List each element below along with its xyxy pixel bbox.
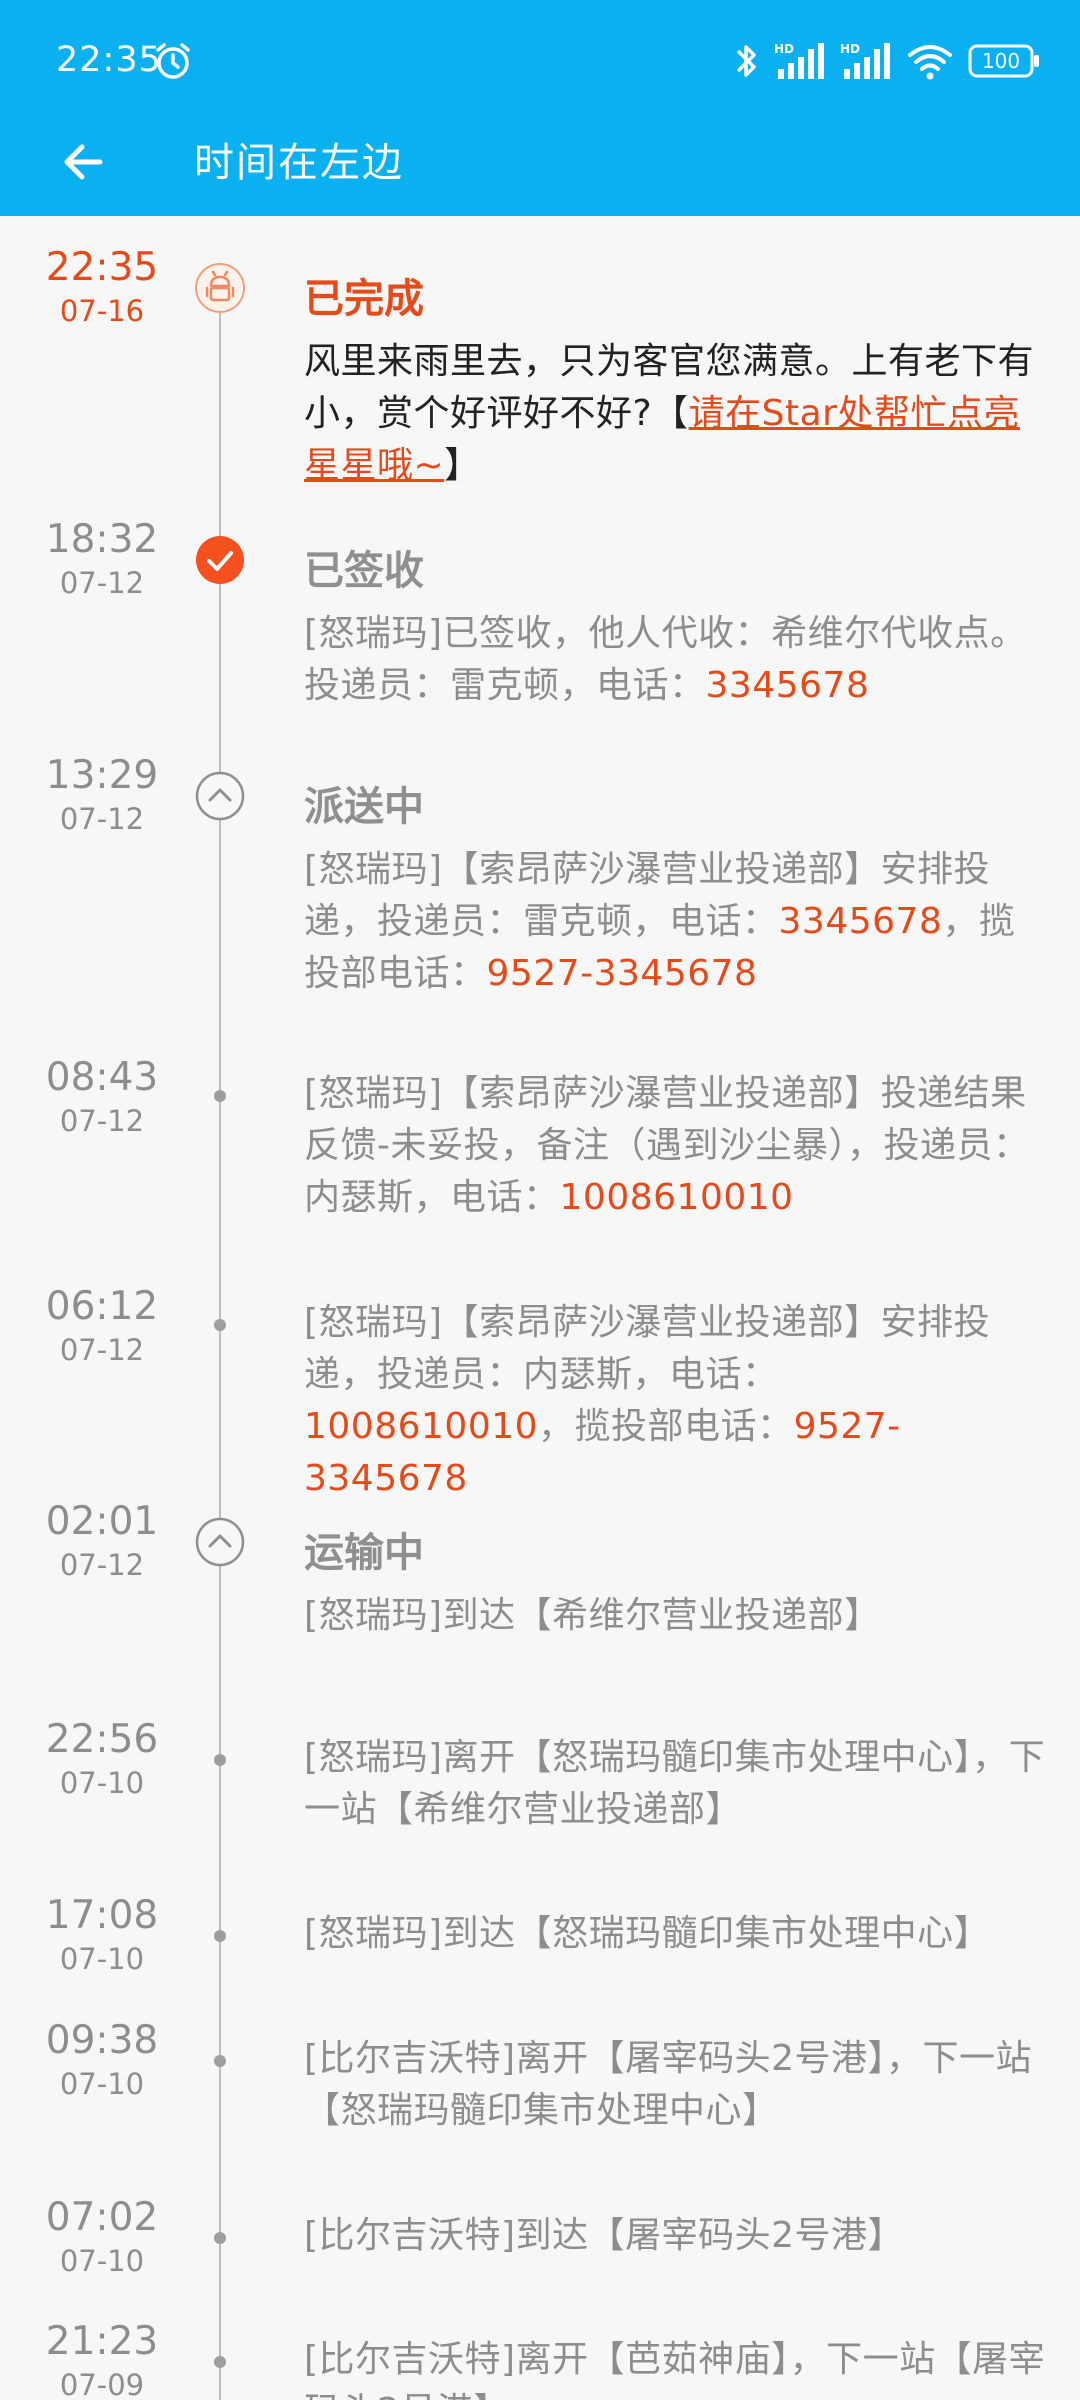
wifi-icon (906, 41, 954, 81)
item-date: 07-12 (59, 566, 145, 600)
signal-hd-icon: HD (774, 41, 826, 81)
item-status: 已完成 (304, 276, 424, 322)
office-phone[interactable]: 9527-3345678 (487, 953, 758, 994)
item-time: 22:56 (45, 1717, 159, 1762)
item-date: 07-12 (59, 1104, 145, 1138)
item-time: 08:43 (45, 1055, 159, 1100)
item-status: 已签收 (304, 548, 424, 594)
item-time: 09:38 (45, 2018, 159, 2063)
item-description: [怒瑞玛]【索昂萨沙瀑营业投递部】安排投递，投递员：内瑟斯，电话： 1008610… (304, 1297, 1048, 1505)
tracking-timeline: 22:35 07-16 已完成 风里来雨里去，只为客官您满意。上有老下有小，赏个… (0, 216, 1080, 2400)
description-text-end: 】 (444, 445, 481, 486)
timeline-dot (214, 1090, 226, 1102)
item-date: 07-10 (59, 1766, 145, 1800)
timeline-dot (214, 2055, 226, 2067)
bluetooth-icon (732, 41, 760, 81)
check-circle-icon (194, 534, 246, 586)
timeline-dot (214, 2356, 226, 2368)
item-description: [怒瑞玛]离开【怒瑞玛髓印集市处理中心】，下一站【希维尔营业投递部】 (304, 1737, 1046, 1830)
status-time: 22:35 (56, 40, 162, 80)
courier-phone[interactable]: 1008610010 (560, 1177, 794, 1218)
item-description: [怒瑞玛]【索昂萨沙瀑营业投递部】安排投递，投递员：雷克顿，电话：3345678… (304, 844, 1048, 1000)
item-description: [比尔吉沃特]离开【芭茹神庙】，下一站【屠宰码头2号港】 (304, 2339, 1046, 2400)
chevron-up-circle-icon (194, 770, 246, 822)
timeline-dot (214, 2232, 226, 2244)
item-date: 07-12 (59, 1548, 145, 1582)
courier-phone[interactable]: 3345678 (706, 665, 870, 706)
timeline-dot (214, 1930, 226, 1942)
item-time: 17:08 (45, 1893, 159, 1938)
app-bar: 时间在左边 (0, 124, 1080, 216)
alarm-icon (152, 40, 194, 82)
svg-text:HD: HD (774, 42, 794, 56)
item-time: 13:29 (45, 753, 159, 798)
item-date: 07-12 (59, 802, 145, 836)
top-bar: 22:35 HD HD 100 时间在左边 (0, 0, 1080, 216)
item-description: [怒瑞玛]到达【希维尔营业投递部】 (304, 1595, 881, 1636)
battery-icon: 100 (968, 44, 1040, 78)
item-time: 21:23 (45, 2319, 159, 2364)
item-description: [怒瑞玛]已签收，他人代收：希维尔代收点。投递员：雷克顿，电话：3345678 (304, 608, 1048, 712)
item-time: 06:12 (45, 1284, 159, 1329)
timeline-dot (214, 1754, 226, 1766)
item-time: 18:32 (45, 517, 159, 562)
item-date: 07-09 (59, 2368, 145, 2400)
item-date: 07-10 (59, 1942, 145, 1976)
item-time: 02:01 (45, 1499, 159, 1544)
item-time: 07:02 (45, 2195, 159, 2240)
description-text: [怒瑞玛]已签收，他人代收：希维尔代收点。投递员：雷克顿，电话： (304, 613, 1027, 706)
status-bar: 22:35 HD HD 100 (0, 0, 1080, 124)
item-time: 22:35 (45, 245, 159, 290)
item-description: [比尔吉沃特]到达【屠宰码头2号港】 (304, 2215, 904, 2256)
courier-phone[interactable]: 1008610010 (304, 1406, 538, 1447)
signal-hd-icon-2: HD (840, 41, 892, 81)
item-description: 风里来雨里去，只为客官您满意。上有老下有小，赏个好评好不好?【请在Star处帮忙… (304, 336, 1048, 492)
description-text-mid: ，揽投部电话： (538, 1406, 794, 1447)
item-description: [怒瑞玛]到达【怒瑞玛髓印集市处理中心】 (304, 1913, 991, 1954)
item-date: 07-16 (59, 294, 145, 328)
courier-phone[interactable]: 3345678 (779, 901, 943, 942)
item-date: 07-12 (59, 1333, 145, 1367)
item-date: 07-10 (59, 2067, 145, 2101)
item-status: 派送中 (304, 784, 424, 830)
back-arrow-icon[interactable] (56, 134, 112, 190)
item-date: 07-10 (59, 2244, 145, 2278)
battery-level: 100 (981, 49, 1021, 73)
page-title: 时间在左边 (194, 140, 404, 186)
svg-text:HD: HD (840, 42, 860, 56)
item-description: [怒瑞玛]【索昂萨沙瀑营业投递部】投递结果反馈-未妥投，备注（遇到沙尘暴），投递… (304, 1068, 1048, 1224)
item-status: 运输中 (304, 1530, 424, 1576)
robot-icon (194, 262, 246, 314)
item-description: [比尔吉沃特]离开【屠宰码头2号港】，下一站【怒瑞玛髓印集市处理中心】 (304, 2038, 1032, 2131)
description-text: [怒瑞玛]【索昂萨沙瀑营业投递部】安排投递，投递员：内瑟斯，电话： (304, 1302, 991, 1395)
timeline-dot (214, 1319, 226, 1331)
chevron-up-circle-icon (194, 1516, 246, 1568)
timeline-line (219, 276, 221, 2400)
